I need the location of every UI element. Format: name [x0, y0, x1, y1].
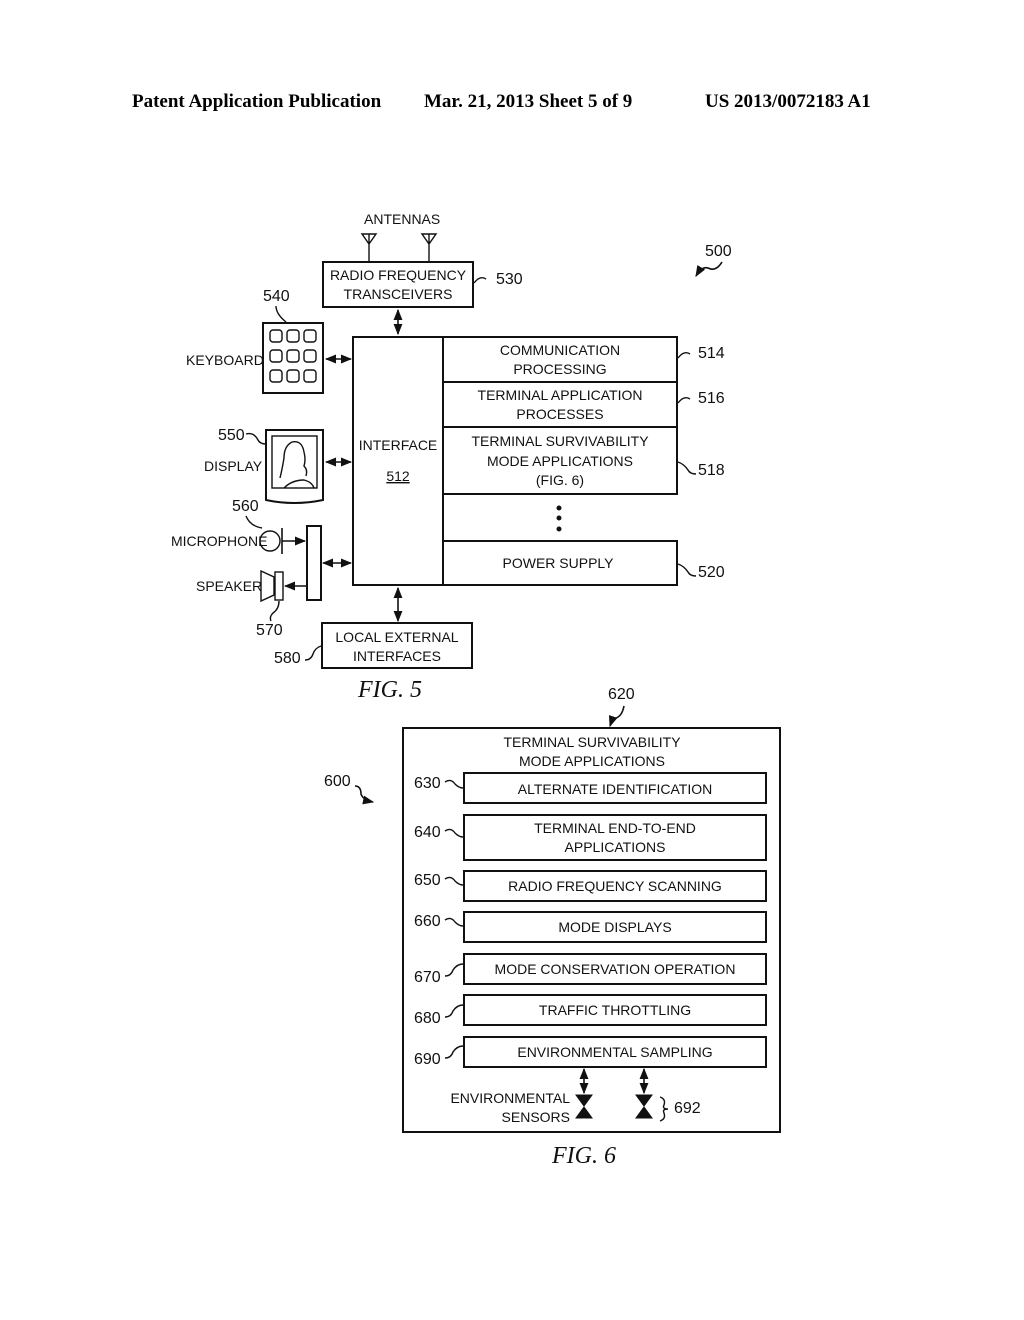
leader-540 [275, 305, 287, 323]
antennas-label: ANTENNAS [364, 211, 440, 227]
ref-518: 518 [698, 462, 725, 479]
leader-520 [677, 563, 697, 577]
ref-692: 692 [674, 1100, 701, 1117]
publication-label: Patent Application Publication [132, 91, 382, 112]
block-518-line1: TERMINAL SURVIVABILITY [471, 433, 649, 449]
block-514-line1: COMMUNICATION [500, 342, 620, 358]
leader-580 [304, 645, 322, 661]
ref-620: 620 [608, 686, 635, 703]
item-630-label: ALTERNATE IDENTIFICATION [518, 781, 712, 797]
ref-540: 540 [263, 288, 290, 305]
microphone-label: MICROPHONE [171, 533, 267, 549]
container-title-line1: TERMINAL SURVIVABILITY [503, 734, 681, 750]
speaker-icon [260, 569, 284, 603]
leader-518 [677, 461, 697, 475]
leader-530 [473, 276, 487, 284]
figure-5: 500 ANTENNAS RADIO FREQUENCY TRANSCEIVER… [171, 211, 732, 703]
ref-520: 520 [698, 564, 725, 581]
rf-transceivers-line2: TRANSCEIVERS [344, 286, 453, 302]
block-520-line1: POWER SUPPLY [503, 555, 615, 571]
item-640-line2: APPLICATIONS [565, 839, 666, 855]
ref-630: 630 [414, 775, 441, 792]
interface-ref: 512 [386, 468, 410, 484]
ref-640: 640 [414, 824, 441, 841]
ref-514: 514 [698, 345, 725, 362]
item-690-label: ENVIRONMENTAL SAMPLING [517, 1044, 712, 1060]
antenna-icon [420, 233, 438, 262]
leader-560 [245, 515, 263, 529]
display-label: DISPLAY [204, 458, 263, 474]
antenna-icon [360, 233, 378, 262]
ref-580: 580 [274, 650, 301, 667]
ref-550: 550 [218, 427, 245, 444]
fig5-ref: 500 [705, 243, 732, 260]
ref-530: 530 [496, 271, 523, 288]
patent-sheet: Patent Application Publication Mar. 21, … [132, 91, 871, 1169]
speaker-label: SPEAKER [196, 578, 262, 594]
container-title-line2: MODE APPLICATIONS [519, 753, 665, 769]
keyboard-icon [262, 322, 324, 394]
fig6-ref-arrow [354, 785, 375, 805]
audio-codec-block [306, 525, 322, 601]
interface-label: INTERFACE [359, 437, 438, 453]
leader-550 [245, 432, 267, 445]
item-650-label: RADIO FREQUENCY SCANNING [508, 878, 722, 894]
block-516-line2: PROCESSES [516, 406, 603, 422]
item-670-label: MODE CONSERVATION OPERATION [495, 961, 736, 977]
interface-block [352, 336, 444, 586]
brace-692 [659, 1096, 669, 1122]
date-sheet-label: Mar. 21, 2013 Sheet 5 of 9 [424, 91, 632, 112]
leader-650 [444, 876, 464, 886]
environmental-sensor-icon [575, 1094, 593, 1119]
leader-680 [444, 1004, 464, 1018]
ellipsis-dots [556, 505, 562, 532]
block-518-line3: (FIG. 6) [536, 472, 584, 488]
ref-650: 650 [414, 872, 441, 889]
ref-680: 680 [414, 1010, 441, 1027]
leader-516 [677, 396, 691, 404]
ref-620-arrow [608, 705, 625, 728]
leader-670 [444, 963, 464, 977]
leader-640 [444, 828, 464, 838]
ref-690: 690 [414, 1051, 441, 1068]
leader-630 [444, 779, 464, 789]
block-518-line2: MODE APPLICATIONS [487, 453, 633, 469]
sensors-label-line1: ENVIRONMENTAL [450, 1090, 570, 1106]
fig6-ref: 600 [324, 773, 351, 790]
leader-690 [444, 1045, 464, 1059]
local-external-line2: INTERFACES [353, 648, 441, 664]
sensors-label-line2: SENSORS [502, 1109, 570, 1125]
keyboard-label: KEYBOARD [186, 352, 264, 368]
ref-516: 516 [698, 390, 725, 407]
item-660-label: MODE DISPLAYS [558, 919, 671, 935]
figure-6: 620 600 TERMINAL SURVIVABILITY MODE APPL… [324, 686, 781, 1169]
leader-570 [269, 600, 280, 622]
fig5-caption: FIG. 5 [357, 677, 422, 703]
publication-number: US 2013/0072183 A1 [705, 91, 871, 112]
item-680-label: TRAFFIC THROTTLING [539, 1002, 691, 1018]
ref-560: 560 [232, 498, 259, 515]
block-516-line1: TERMINAL APPLICATION [478, 387, 643, 403]
ref-660: 660 [414, 913, 441, 930]
environmental-sensor-icon [635, 1094, 653, 1119]
fig6-caption: FIG. 6 [551, 1143, 616, 1169]
fig5-ref-arrow [695, 261, 723, 277]
block-514-line2: PROCESSING [513, 361, 606, 377]
ref-670: 670 [414, 969, 441, 986]
local-external-line1: LOCAL EXTERNAL [335, 629, 458, 645]
leader-660 [444, 917, 464, 927]
display-icon [265, 429, 324, 504]
leader-514 [677, 351, 691, 359]
ref-570: 570 [256, 622, 283, 639]
item-640-line1: TERMINAL END-TO-END [534, 820, 696, 836]
rf-transceivers-line1: RADIO FREQUENCY [330, 267, 467, 283]
